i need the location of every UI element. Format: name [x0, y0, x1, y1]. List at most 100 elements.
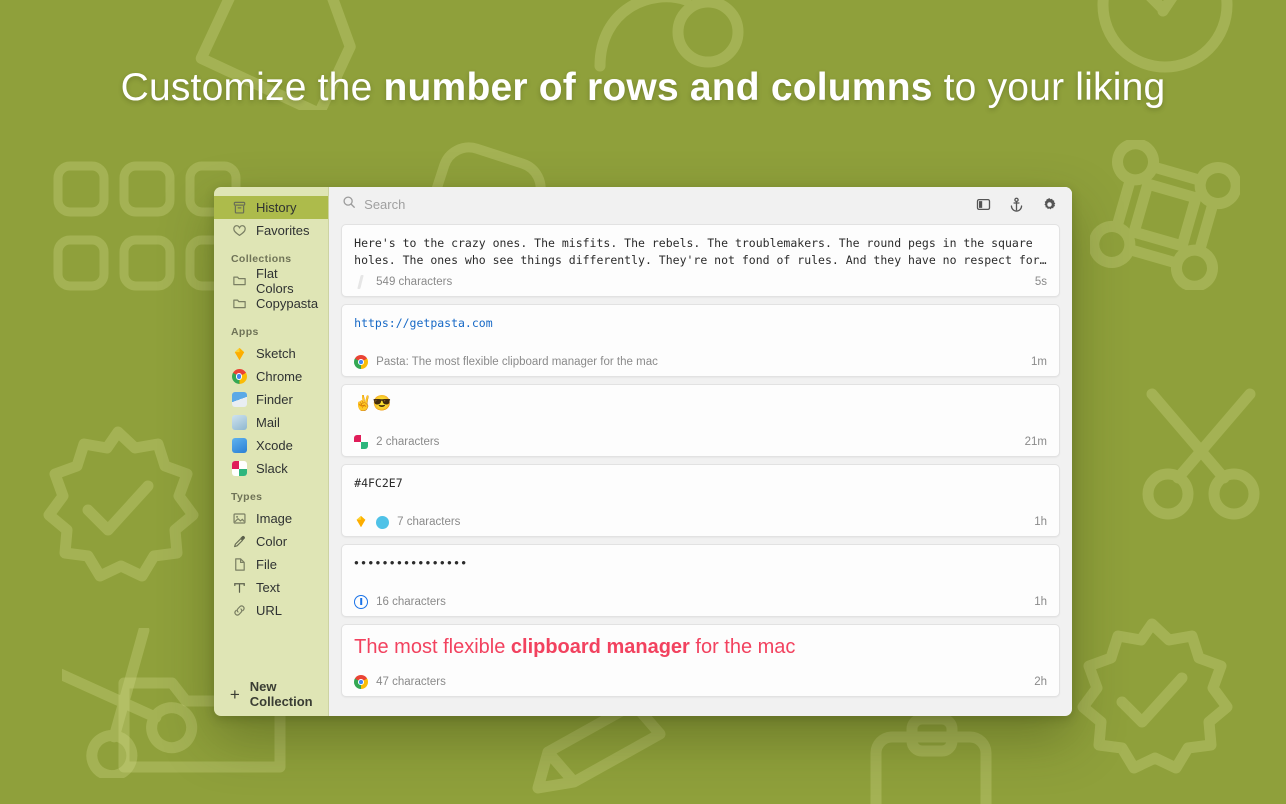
clip-rich-text: The most flexible clipboard manager for … [354, 635, 1047, 660]
anchor-icon[interactable] [1008, 196, 1025, 213]
clip-time: 5s [1034, 276, 1047, 289]
deco-clipboard-icon [860, 715, 1010, 804]
clip-footer: Pasta: The most flexible clipboard manag… [354, 348, 1047, 376]
clip-meta: 7 characters [397, 516, 461, 528]
sidebar-item-chrome[interactable]: Chrome [214, 365, 328, 388]
sidebar-item-label: Favorites [256, 223, 310, 238]
sidebar-item-label: Finder [256, 392, 293, 407]
headline-prefix: Customize the [120, 66, 384, 109]
sidebar-item-label: Chrome [256, 369, 303, 384]
chrome-app-icon [231, 369, 247, 385]
sidebar-item-text[interactable]: Text [214, 576, 328, 599]
sidebar-item-url[interactable]: URL [214, 599, 328, 622]
sidebar-item-color[interactable]: Color [214, 530, 328, 553]
clip-meta: 2 characters [376, 436, 440, 448]
clip-card-text[interactable]: Here's to the crazy ones. The misfits. T… [341, 224, 1060, 297]
search-field[interactable] [342, 195, 975, 214]
sidebar-item-history[interactable]: History [214, 196, 329, 219]
clip-text: Here's to the crazy ones. The misfits. T… [354, 236, 1047, 267]
search-input[interactable] [364, 197, 975, 212]
clip-footer: 2 characters 21m [354, 428, 1047, 456]
sidebar-item-mail[interactable]: Mail [214, 411, 328, 434]
deco-scissors-icon [1138, 382, 1286, 532]
app-window: History Favorites Collections Flat Color… [214, 187, 1072, 716]
text-edit-app-icon [354, 275, 368, 289]
clip-time: 1m [1031, 356, 1047, 368]
clip-time: 1h [1034, 516, 1047, 528]
sidebar-item-file[interactable]: File [214, 553, 328, 576]
rich-suffix: for the mac [689, 636, 796, 658]
heart-icon [231, 223, 247, 239]
slack-app-icon [354, 435, 369, 449]
gear-icon[interactable] [1041, 196, 1058, 213]
clip-card-rich-text[interactable]: The most flexible clipboard manager for … [341, 624, 1060, 697]
sidebar-group-apps: Apps [231, 326, 259, 338]
clip-meta: 16 characters [376, 596, 446, 608]
sidebar-item-image[interactable]: Image [214, 507, 328, 530]
sidebar-item-label: Color [256, 534, 288, 549]
sidebar-item-slack[interactable]: Slack [214, 457, 328, 480]
clip-body: #4FC2E7 [354, 475, 1047, 492]
new-collection-label: New Collection [249, 679, 313, 709]
sidebar-item-label: Mail [256, 415, 280, 430]
clip-footer: 47 characters 2h [354, 668, 1047, 696]
headline-emphasis: number of rows and columns [383, 66, 933, 109]
folder-icon [231, 296, 247, 312]
sidebar-item-label: Sketch [256, 346, 296, 361]
clip-body: •••••••••••••••• [354, 555, 1047, 571]
chrome-app-icon [354, 355, 369, 369]
clip-url[interactable]: https://getpasta.com [354, 315, 1047, 332]
onepassword-app-icon [354, 595, 369, 609]
plus-icon: + [229, 684, 240, 704]
sketch-app-icon [231, 346, 247, 362]
sidebar-item-label: History [256, 200, 297, 215]
sidebar: History Favorites Collections Flat Color… [214, 187, 330, 716]
eyedropper-icon [231, 534, 247, 550]
search-icon [342, 195, 356, 214]
clip-time: 2h [1034, 676, 1047, 688]
clip-meta: 549 characters [376, 276, 453, 289]
sidebar-item-finder[interactable]: Finder [214, 388, 328, 411]
sidebar-item-copypasta[interactable]: Copypasta [214, 292, 328, 315]
sidebar-item-label: File [256, 557, 277, 572]
clip-footer-left: Pasta: The most flexible clipboard manag… [354, 355, 658, 369]
clip-footer-left: 16 characters [354, 595, 446, 609]
rich-bold: clipboard manager [510, 636, 690, 658]
clip-card-color[interactable]: #4FC2E7 7 characters 1h [341, 464, 1060, 537]
text-t-icon [231, 580, 247, 596]
page-headline: Customize the number of rows and columns… [0, 66, 1286, 110]
sidebar-item-label: Xcode [256, 438, 293, 453]
clip-meta: Pasta: The most flexible clipboard manag… [376, 356, 658, 368]
new-collection-button[interactable]: + New Collection [214, 679, 328, 709]
clip-time: 21m [1024, 436, 1047, 448]
sidebar-item-xcode[interactable]: Xcode [214, 434, 328, 457]
image-icon [231, 511, 247, 527]
clip-body: Here's to the crazy ones. The misfits. T… [354, 235, 1047, 268]
sidebar-item-label: Copypasta [256, 296, 319, 311]
mail-app-icon [231, 415, 247, 431]
sidebar-item-flat-colors[interactable]: Flat Colors [214, 266, 328, 296]
sidebar-item-sketch[interactable]: Sketch [214, 342, 328, 365]
toolbar [329, 187, 1072, 222]
clip-footer: 16 characters 1h [354, 588, 1047, 616]
clip-card-url[interactable]: https://getpasta.com Pasta: The most fle… [341, 304, 1060, 377]
sidebar-group-types: Types [231, 491, 263, 503]
deco-command-icon [1090, 140, 1240, 290]
clip-card-emoji[interactable]: ✌️😎 2 characters 21m [341, 384, 1060, 457]
clip-time: 1h [1034, 596, 1047, 608]
clip-footer: 549 characters 5s [354, 268, 1047, 296]
sidebar-group-collections: Collections [231, 253, 292, 265]
sketch-app-icon [354, 515, 368, 529]
clip-body: The most flexible clipboard manager for … [354, 635, 1047, 660]
clip-card-password[interactable]: •••••••••••••••• 16 characters 1h [341, 544, 1060, 617]
sidebar-item-favorites[interactable]: Favorites [214, 219, 328, 242]
deco-scissors-icon-2 [62, 628, 212, 778]
sidebar-panel-icon[interactable] [975, 196, 992, 213]
sidebar-item-label: Image [256, 511, 293, 526]
folder-icon [231, 273, 247, 289]
promo-stage: Customize the number of rows and columns… [0, 0, 1286, 804]
clip-footer-left: 47 characters [354, 675, 446, 689]
chrome-app-icon [354, 675, 369, 689]
slack-app-icon [231, 461, 247, 477]
